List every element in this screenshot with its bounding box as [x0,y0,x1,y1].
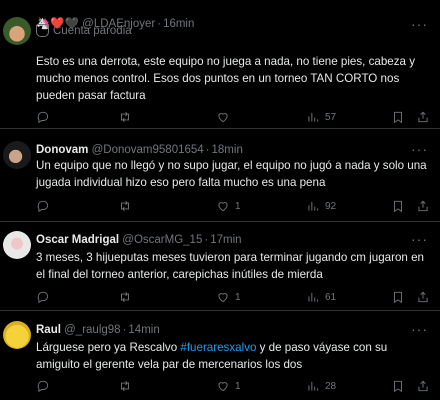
share-icon [418,200,428,212]
reply-button[interactable] [36,379,50,393]
share-button[interactable] [416,379,430,393]
tweet-actions: 1 92 [36,199,432,215]
user-handle[interactable]: @_raulg98 [64,324,120,336]
tweet-text: 3 meses, 3 hijueputas meses tuvieron par… [36,251,424,281]
bookmark-button[interactable] [391,199,405,213]
tweet-time[interactable]: 16min [163,18,194,30]
heart-icon [218,382,228,392]
retweet-button[interactable] [118,379,132,393]
share-button[interactable] [416,110,430,124]
view-count: 57 [325,111,337,123]
views-button[interactable]: 92 [306,199,336,213]
tweet-time[interactable]: 17min [210,234,241,246]
retweet-button[interactable] [118,110,132,124]
like-count: 1 [235,380,241,392]
tweet-text: Esto es una derrota, este equipo no jueg… [36,55,415,102]
views-button[interactable]: 28 [306,379,336,393]
retweet-icon [121,292,129,302]
share-button[interactable] [416,290,430,304]
parody-label: Cuenta parodia [53,24,132,37]
reply-icon [37,111,49,124]
tweet-actions: 1 28 [36,379,432,395]
share-button[interactable] [416,199,430,213]
like-count: 1 [235,291,241,303]
reply-button[interactable] [36,290,50,304]
tweet-time[interactable]: 14min [128,324,159,336]
retweet-button[interactable] [118,199,132,213]
tweet-actions: 57 [36,110,432,126]
tweet-text: Un equipo que no llegó y no supo jugar, … [36,159,427,189]
display-name[interactable]: Oscar Madrigal [36,234,119,246]
reply-button[interactable] [36,199,50,213]
bookmark-button[interactable] [391,290,405,304]
tweet-time[interactable]: 18min [212,144,243,156]
views-icon [308,292,319,302]
more-icon[interactable]: ··· [411,16,428,32]
avatar[interactable] [3,321,31,349]
heart-icon [218,113,228,123]
views-icon [308,201,319,211]
bookmark-icon [394,291,402,304]
tweet[interactable]: Raul @_raulg98 · 14min ··· Lárguese pero y… [0,311,440,400]
heart-icon [218,202,228,212]
view-count: 92 [325,200,337,212]
retweet-icon [121,201,129,211]
more-icon[interactable]: ··· [411,231,428,247]
avatar[interactable] [3,141,31,169]
share-icon [418,291,428,303]
parody-mask-icon [36,24,49,37]
display-name[interactable]: Raul [36,324,61,336]
views-button[interactable]: 61 [306,290,336,304]
display-name[interactable]: Donovam [36,144,88,156]
hashtag-link[interactable]: #fueraresxalvo [180,341,256,354]
views-icon [308,112,319,122]
reply-button[interactable] [36,110,50,124]
like-button[interactable]: 1 [216,379,241,393]
like-button[interactable]: 1 [216,290,241,304]
share-icon [418,111,428,123]
tweet[interactable]: Donovam @Donovam95801654 · 18min ··· Un eq… [0,129,440,222]
parody-badge: Cuenta parodia [36,24,132,37]
tweet-header: Raul @_raulg98 · 14min [36,324,160,336]
reply-icon [37,200,49,213]
bookmark-icon [394,111,402,124]
views-button[interactable]: 57 [306,110,336,124]
avatar[interactable] [3,231,31,259]
like-button[interactable]: 1 [216,199,241,213]
tweet[interactable]: Oscar Madrigal @OscarMG_15 · 17min ··· 3 m… [0,222,440,311]
view-count: 28 [325,380,337,392]
tweet-actions: 1 61 [36,290,432,306]
bookmark-button[interactable] [391,379,405,393]
user-handle[interactable]: @OscarMG_15 [122,234,202,246]
views-icon [308,381,319,391]
reply-icon [37,380,49,393]
heart-icon [218,293,228,303]
more-icon[interactable]: ··· [411,321,428,337]
view-count: 61 [325,291,337,303]
reply-icon [37,291,49,304]
share-icon [418,380,428,392]
retweet-icon [121,381,129,391]
avatar[interactable] [3,17,31,45]
retweet-icon [121,112,129,122]
bookmark-button[interactable] [391,110,405,124]
tweet-header: Oscar Madrigal @OscarMG_15 · 17min [36,234,242,246]
bookmark-icon [394,200,402,213]
retweet-button[interactable] [118,290,132,304]
tweet-text: Lárguese pero ya Rescalvo #fueraresxalvo… [36,339,432,373]
more-icon[interactable]: ··· [411,141,428,157]
user-handle[interactable]: @Donovam95801654 [92,144,204,156]
tweet[interactable]: 🦄❤️🖤 @LDAEnjoyer · 16min ··· Cuenta parodi… [0,0,440,129]
like-button[interactable] [216,110,235,124]
bookmark-icon [394,380,402,393]
tweet-text-part: Lárguese pero ya Rescalvo [36,341,181,354]
like-count: 1 [235,200,241,212]
